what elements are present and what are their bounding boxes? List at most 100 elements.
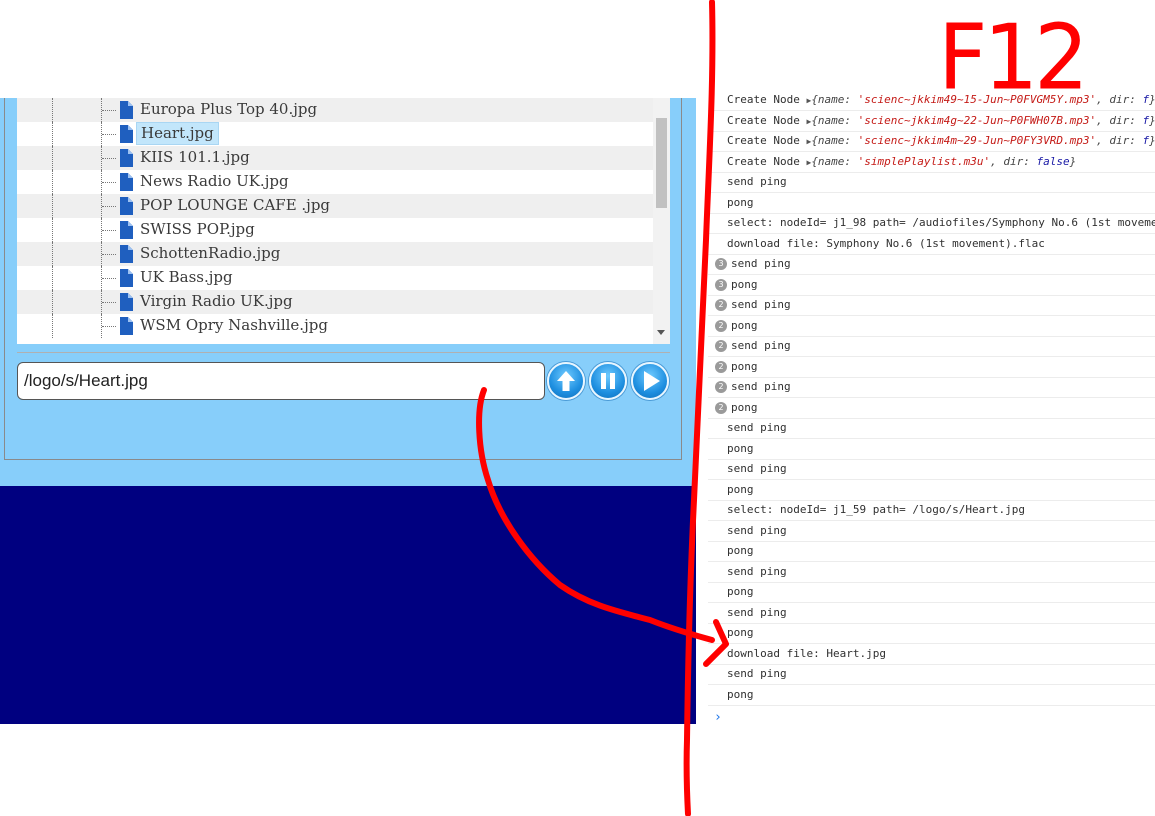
console-log-entry: send ping (708, 664, 1155, 685)
tree-item[interactable]: SchottenRadio.jpg (17, 242, 653, 266)
log-message: download file: Symphony No.6 (1st moveme… (727, 236, 1045, 250)
log-message: pong (727, 441, 754, 455)
repeat-count-badge: 2 (715, 381, 727, 393)
file-icon (120, 197, 133, 215)
log-message: pong (727, 482, 754, 496)
tree-item-label[interactable]: KIIS 101.1.jpg (136, 147, 254, 168)
tree-guide-line (52, 170, 53, 194)
console-log-entry: send ping (708, 603, 1155, 624)
tree-item[interactable]: Europa Plus Top 40.jpg (17, 98, 653, 122)
console-log-entry: 2 send ping (708, 336, 1155, 357)
log-message: send ping (727, 564, 787, 578)
console-log-entry: Create Node ▶{name: 'scienc~jkkim49~15-J… (708, 90, 1155, 111)
tree-branch-line (102, 182, 116, 183)
log-message: pong (727, 626, 754, 639)
play-icon (644, 371, 660, 391)
tree-item-label[interactable]: Virgin Radio UK.jpg (136, 291, 297, 312)
console-log-entry: send ping (708, 562, 1155, 583)
log-message: send ping (727, 462, 787, 475)
tree-branch-line (102, 206, 116, 207)
tree-item[interactable]: POP LOUNGE CAFE .jpg (17, 194, 653, 218)
tree-item[interactable]: WSM Opry Nashville.jpg (17, 314, 653, 338)
repeat-count-badge: 3 (715, 258, 727, 270)
log-message: pong (727, 195, 754, 209)
log-message: select: nodeId= j1_59 path= /logo/s/Hear… (727, 503, 1026, 516)
pause-icon (601, 373, 615, 389)
log-message: Create Node ▶{name: 'simplePlaylist.m3u'… (727, 154, 1077, 168)
console-log-entry: download file: Symphony No.6 (1st moveme… (708, 234, 1155, 255)
tree-scrollbar[interactable] (653, 98, 670, 344)
console-log-entry: 2 pong (708, 398, 1155, 419)
log-message: send ping (731, 380, 791, 393)
console-log-entry: send ping (708, 459, 1155, 480)
scroll-down-arrow-icon[interactable] (657, 330, 665, 335)
console-log-entry: select: nodeId= j1_59 path= /logo/s/Hear… (708, 500, 1155, 521)
console-log-entry: pong (708, 623, 1155, 644)
scrollbar-thumb[interactable] (656, 118, 667, 208)
tree-branch-line (102, 254, 116, 255)
repeat-count-badge: 2 (715, 360, 727, 373)
tree-guide-line (52, 242, 53, 266)
tree-branch-line (102, 230, 116, 231)
upload-button[interactable] (547, 362, 585, 400)
tree-guide-line (52, 314, 53, 338)
file-icon (120, 149, 133, 167)
log-message: Create Node ▶{name: 'scienc~jkkim4m~29-J… (727, 134, 1155, 147)
console-log-entry: select: nodeId= j1_98 path= /audiofiles/… (708, 213, 1155, 234)
console-log-entry: 3 send ping (708, 254, 1155, 275)
log-message: pong (731, 400, 758, 414)
tree-item[interactable]: Heart.jpg (17, 122, 653, 146)
file-tree: Europa Plus Top 40.jpg Heart.jpg KIIS 101.… (17, 98, 670, 344)
console-log-entry: pong (708, 685, 1155, 706)
arrow-up-icon (557, 371, 575, 391)
console-log-entry: send ping (708, 172, 1155, 193)
console-log-entry: 2 send ping (708, 295, 1155, 316)
tree-item-label[interactable]: WSM Opry Nashville.jpg (136, 315, 332, 336)
console-log-entry: pong (708, 480, 1155, 501)
file-icon (120, 317, 133, 335)
console-log-entry: Create Node ▶{name: 'simplePlaylist.m3u'… (708, 152, 1155, 173)
tree-branch-line (102, 278, 116, 279)
log-message: send ping (727, 175, 787, 188)
tree-guide-line (52, 218, 53, 242)
log-message: pong (727, 585, 754, 598)
console-log-entry: 3 pong (708, 275, 1155, 296)
tree-guide-line (52, 98, 53, 122)
console-log-entry: pong (708, 193, 1155, 214)
tree-item-label[interactable]: Heart.jpg (136, 122, 219, 145)
tree-item[interactable]: SWISS POP.jpg (17, 218, 653, 242)
devtools-console: Create Node ▶{name: 'scienc~jkkim49~15-J… (708, 90, 1155, 730)
tree-branch-line (102, 302, 116, 303)
tree-guide-line (52, 266, 53, 290)
log-message: pong (731, 318, 758, 332)
tree-item-label[interactable]: SchottenRadio.jpg (136, 243, 284, 264)
console-log-entry: Create Node ▶{name: 'scienc~jkkim4g~22-J… (708, 111, 1155, 132)
tree-item[interactable]: Virgin Radio UK.jpg (17, 290, 653, 314)
path-input[interactable] (17, 362, 545, 400)
play-button[interactable] (631, 362, 669, 400)
tree-item-label[interactable]: Europa Plus Top 40.jpg (136, 99, 321, 120)
console-log-entry: download file: Heart.jpg (708, 644, 1155, 665)
repeat-count-badge: 2 (715, 401, 727, 414)
pause-button[interactable] (589, 362, 627, 400)
log-message: Create Node ▶{name: 'scienc~jkkim4g~22-J… (727, 113, 1155, 127)
tree-item[interactable]: News Radio UK.jpg (17, 170, 653, 194)
log-message: send ping (731, 298, 791, 311)
console-prompt[interactable]: › (714, 710, 722, 725)
log-message: send ping (727, 667, 787, 680)
tree-item-label[interactable]: News Radio UK.jpg (136, 171, 293, 192)
tree-item[interactable]: KIIS 101.1.jpg (17, 146, 653, 170)
tree-item-label[interactable]: SWISS POP.jpg (136, 219, 259, 240)
log-message: send ping (731, 257, 791, 270)
tree-branch-line (102, 134, 116, 135)
tree-branch-line (102, 326, 116, 327)
tree-item-label[interactable]: UK Bass.jpg (136, 267, 237, 288)
console-log-entry: send ping (708, 418, 1155, 439)
tree-branch-line (102, 158, 116, 159)
log-message: send ping (727, 421, 787, 434)
repeat-count-badge: 2 (715, 340, 727, 352)
tree-item[interactable]: UK Bass.jpg (17, 266, 653, 290)
file-icon (120, 269, 133, 287)
tree-item-label[interactable]: POP LOUNGE CAFE .jpg (136, 195, 334, 216)
f12-annotation: F12 (938, 5, 1089, 111)
